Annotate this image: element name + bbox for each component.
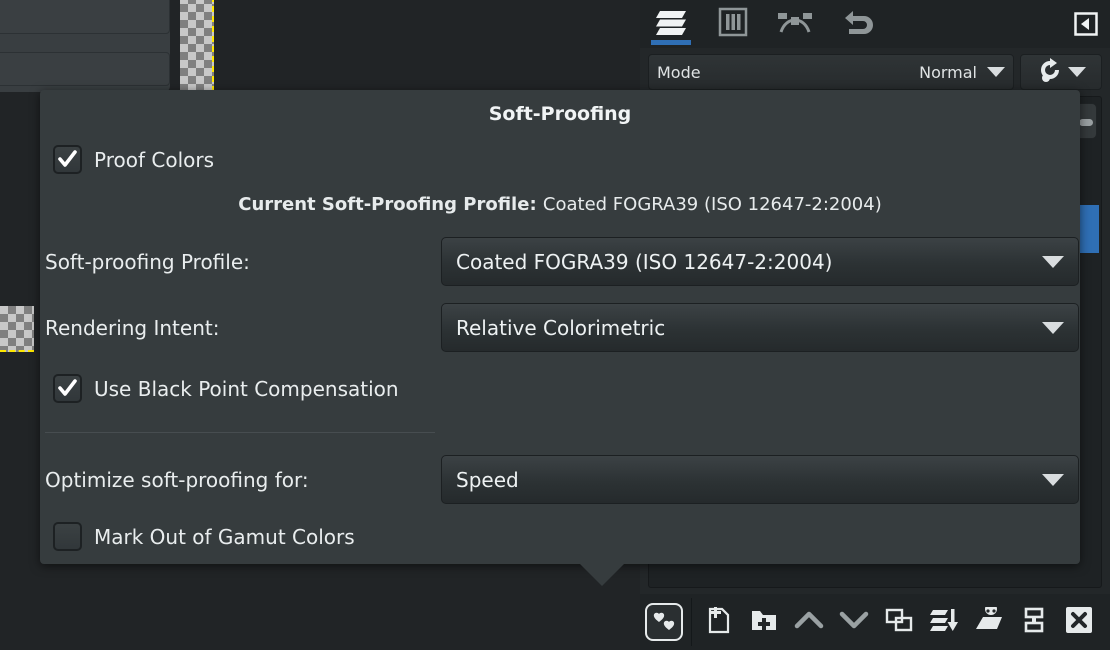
duplicate-layer-button[interactable] [880, 602, 918, 642]
anchor-layer-button[interactable] [970, 602, 1008, 642]
raise-layer-button[interactable] [790, 602, 828, 642]
new-layer-icon [706, 606, 732, 638]
proof-colors-checkbox-row[interactable]: Proof Colors [40, 145, 1080, 174]
transparency-checker-top [180, 0, 214, 92]
lower-layer-button[interactable] [835, 602, 873, 642]
layer-mode-row: Mode Normal [648, 54, 1102, 90]
soft-proofing-popover: Soft-Proofing Proof Colors Current Soft-… [40, 90, 1080, 564]
layer-mode-label: Mode [657, 62, 701, 82]
selected-layer-indicator [1079, 205, 1099, 253]
optimize-row: Optimize soft-proofing for: Speed [40, 455, 1080, 504]
chevron-down-icon [1042, 473, 1064, 486]
layer-mode-combo[interactable]: Mode Normal [648, 54, 1014, 90]
layer-boundary-bottom [0, 306, 34, 352]
new-layer-button[interactable] [700, 602, 738, 642]
lock-alpha-button[interactable] [1020, 54, 1102, 90]
layer-mode-value: Normal [919, 62, 977, 82]
chevron-down-icon [839, 609, 869, 635]
tab-channels[interactable] [702, 0, 764, 48]
chevron-down-icon [1042, 255, 1064, 268]
current-profile-label: Current Soft-Proofing Profile [238, 194, 530, 215]
chevron-down-icon [1067, 67, 1086, 77]
layer-action-buttons [700, 602, 1098, 642]
black-point-checkbox[interactable] [53, 374, 82, 403]
mark-gamut-checkbox[interactable] [53, 522, 82, 551]
current-profile-line: Current Soft-Proofing Profile: Coated FO… [40, 194, 1080, 215]
soft-proofing-profile-combo[interactable]: Coated FOGRA39 (ISO 12647-2:2004) [441, 237, 1079, 286]
proof-colors-label: Proof Colors [94, 147, 214, 172]
chevron-down-icon [987, 67, 1005, 77]
lock-alpha-icon [1037, 57, 1065, 87]
check-icon [58, 379, 77, 398]
anchor-layer-icon [974, 603, 1004, 637]
rendering-intent-value: Relative Colorimetric [456, 315, 666, 340]
chevron-down-icon [1042, 321, 1064, 334]
layer-mask-icon [1022, 607, 1046, 637]
layers-bottom-toolbar [640, 594, 1110, 650]
new-layer-group-button[interactable] [745, 602, 783, 642]
merge-down-icon [929, 607, 959, 637]
soft-proofing-profile-row: Soft-proofing Profile: Coated FOGRA39 (I… [40, 237, 1080, 286]
collapse-left-icon[interactable] [1074, 12, 1098, 36]
layer-mask-button[interactable] [1015, 602, 1053, 642]
paths-icon [778, 8, 812, 40]
undo-history-icon [841, 8, 873, 40]
dock-tab-bar [640, 0, 1110, 48]
tab-layers[interactable] [640, 0, 702, 48]
soft-proofing-profile-value: Coated FOGRA39 (ISO 12647-2:2004) [456, 249, 833, 274]
black-point-label: Use Black Point Compensation [94, 376, 399, 401]
black-point-checkbox-row[interactable]: Use Black Point Compensation [40, 374, 1080, 403]
soft-proofing-profile-label: Soft-proofing Profile: [45, 249, 250, 274]
optimize-value: Speed [456, 467, 519, 492]
current-profile-separator: : [529, 194, 543, 215]
layer-boundary-top [212, 0, 214, 92]
popover-tail [580, 564, 624, 586]
chevron-up-icon [794, 609, 824, 635]
hearts-preview-icon[interactable] [645, 603, 683, 641]
proof-colors-checkbox[interactable] [53, 145, 82, 174]
canvas-panel-bar [0, 0, 170, 92]
layers-icon [654, 7, 688, 41]
toolbar-separator [691, 598, 692, 646]
gimp-window: Mode Normal Soft-Proofing Proof Colors C… [0, 0, 1110, 650]
section-divider [45, 432, 435, 433]
canvas-strip-lower [0, 52, 170, 86]
optimize-label: Optimize soft-proofing for: [45, 467, 309, 492]
mark-gamut-checkbox-row[interactable]: Mark Out of Gamut Colors [40, 522, 1080, 551]
delete-layer-button[interactable] [1060, 602, 1098, 642]
mark-gamut-label: Mark Out of Gamut Colors [94, 524, 355, 549]
current-profile-value: Coated FOGRA39 (ISO 12647-2:2004) [542, 194, 882, 215]
duplicate-layer-icon [885, 607, 913, 637]
tab-paths[interactable] [764, 0, 826, 48]
check-icon [58, 150, 77, 169]
tab-undo-history[interactable] [826, 0, 888, 48]
rendering-intent-label: Rendering Intent: [45, 315, 220, 340]
rendering-intent-row: Rendering Intent: Relative Colorimetric [40, 303, 1080, 352]
merge-down-button[interactable] [925, 602, 963, 642]
new-layer-group-icon [750, 607, 778, 637]
canvas-strip-upper [0, 0, 170, 34]
page-title: Soft-Proofing [488, 103, 632, 125]
channels-icon [718, 7, 748, 41]
rendering-intent-combo[interactable]: Relative Colorimetric [441, 303, 1079, 352]
optimize-combo[interactable]: Speed [441, 455, 1079, 504]
delete-layer-icon [1065, 606, 1093, 638]
